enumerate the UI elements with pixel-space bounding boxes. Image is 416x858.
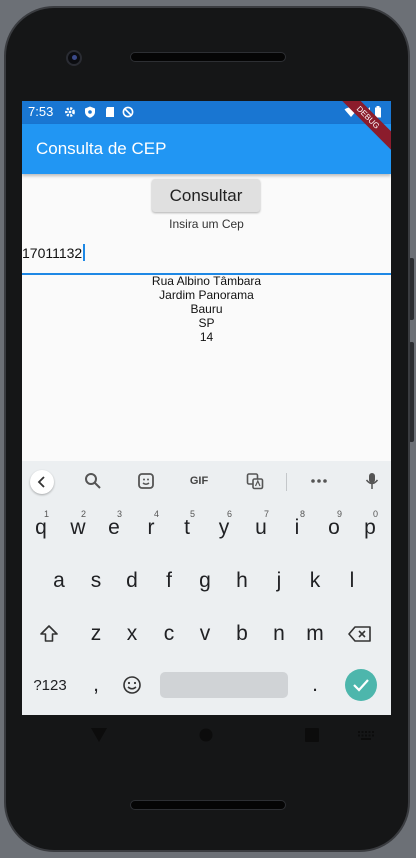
- key-j[interactable]: j: [263, 559, 295, 603]
- key-r[interactable]: r4: [135, 506, 167, 550]
- soft-keyboard: GIF q1 w2 e3 r4 t5 y6 u7 i8 o9 p0 a s d …: [22, 461, 391, 715]
- emoji-key[interactable]: [116, 663, 148, 707]
- key-v[interactable]: v: [189, 612, 221, 656]
- space-key[interactable]: [160, 672, 288, 698]
- key-i[interactable]: i8: [281, 506, 313, 550]
- more-horizontal-icon: [311, 479, 327, 483]
- text-cursor: [83, 244, 85, 261]
- sd-card-icon: [106, 107, 114, 117]
- navigation-bar: [22, 716, 391, 756]
- key-f[interactable]: f: [153, 559, 185, 603]
- key-x[interactable]: x: [116, 612, 148, 656]
- comma-key[interactable]: ,: [80, 663, 112, 707]
- app-bar: Consulta de CEP: [22, 124, 391, 174]
- key-m[interactable]: m: [299, 612, 331, 656]
- backspace-icon: [348, 626, 371, 642]
- status-bar: 7:53: [22, 101, 391, 124]
- key-d[interactable]: d: [116, 559, 148, 603]
- key-p[interactable]: p0: [354, 506, 386, 550]
- key-e[interactable]: e3: [98, 506, 130, 550]
- gif-button[interactable]: GIF: [182, 470, 216, 492]
- key-y[interactable]: y6: [208, 506, 240, 550]
- enter-key[interactable]: [345, 669, 377, 701]
- key-u[interactable]: u7: [245, 506, 277, 550]
- top-speaker: [130, 52, 286, 62]
- app-title: Consulta de CEP: [36, 139, 167, 158]
- keyboard-toolbar: GIF: [22, 461, 391, 501]
- key-w[interactable]: w2: [62, 506, 94, 550]
- result-street: Rua Albino Tâmbara: [151, 274, 262, 288]
- front-camera: [66, 50, 82, 66]
- sticker-icon: [138, 473, 154, 489]
- shield-icon: [85, 106, 95, 118]
- keyboard-switch-icon[interactable]: [358, 731, 374, 741]
- cep-input[interactable]: 17011132: [22, 237, 391, 275]
- key-o[interactable]: o9: [318, 506, 350, 550]
- key-c[interactable]: c: [153, 612, 185, 656]
- result-neighborhood: Jardim Panorama: [159, 288, 254, 302]
- recents-nav-icon[interactable]: [305, 728, 319, 742]
- consultar-button[interactable]: Consultar: [152, 179, 260, 212]
- key-z[interactable]: z: [80, 612, 112, 656]
- backspace-key[interactable]: [344, 612, 376, 656]
- key-k[interactable]: k: [299, 559, 331, 603]
- chevron-left-icon: [37, 476, 45, 488]
- key-n[interactable]: n: [263, 612, 295, 656]
- voice-input-button[interactable]: [362, 470, 382, 492]
- key-s[interactable]: s: [80, 559, 112, 603]
- status-time: 7:53: [28, 104, 54, 119]
- result-city: Bauru: [190, 302, 223, 316]
- check-icon: [353, 679, 369, 692]
- result-ddd: 14: [199, 330, 214, 344]
- shift-key[interactable]: [33, 612, 65, 656]
- key-b[interactable]: b: [226, 612, 258, 656]
- key-g[interactable]: g: [189, 559, 221, 603]
- cep-field-label: Insira um Cep: [169, 217, 244, 231]
- screen: 7:53 Consulta de CEP DEBUG Consultar Ins…: [22, 101, 391, 715]
- cep-input-value: 17011132: [22, 245, 83, 261]
- translate-button[interactable]: [244, 470, 266, 492]
- cep-result: Rua Albino Tâmbara Jardim Panorama Bauru…: [22, 274, 391, 344]
- toolbar-back-button[interactable]: [30, 470, 54, 494]
- key-t[interactable]: t5: [171, 506, 203, 550]
- key-l[interactable]: l: [336, 559, 368, 603]
- result-state: SP: [198, 316, 215, 330]
- period-key[interactable]: .: [299, 663, 331, 707]
- more-options-button[interactable]: [307, 470, 331, 492]
- shift-icon: [40, 625, 58, 642]
- key-q[interactable]: q1: [25, 506, 57, 550]
- key-h[interactable]: h: [226, 559, 258, 603]
- search-icon: [85, 473, 101, 489]
- key-a[interactable]: a: [43, 559, 75, 603]
- symbols-key[interactable]: ?123: [28, 663, 72, 707]
- bottom-speaker: [130, 800, 286, 810]
- back-nav-icon[interactable]: [91, 728, 107, 742]
- sync-disabled-icon: [122, 106, 134, 118]
- emoji-icon: [123, 676, 141, 694]
- sticker-button[interactable]: [135, 470, 157, 492]
- settings-icon: [65, 107, 75, 117]
- home-nav-icon[interactable]: [199, 728, 213, 742]
- translate-icon: [246, 473, 264, 490]
- microphone-icon: [365, 473, 379, 489]
- toolbar-divider: [286, 473, 287, 491]
- keyboard-search-button[interactable]: [82, 470, 104, 492]
